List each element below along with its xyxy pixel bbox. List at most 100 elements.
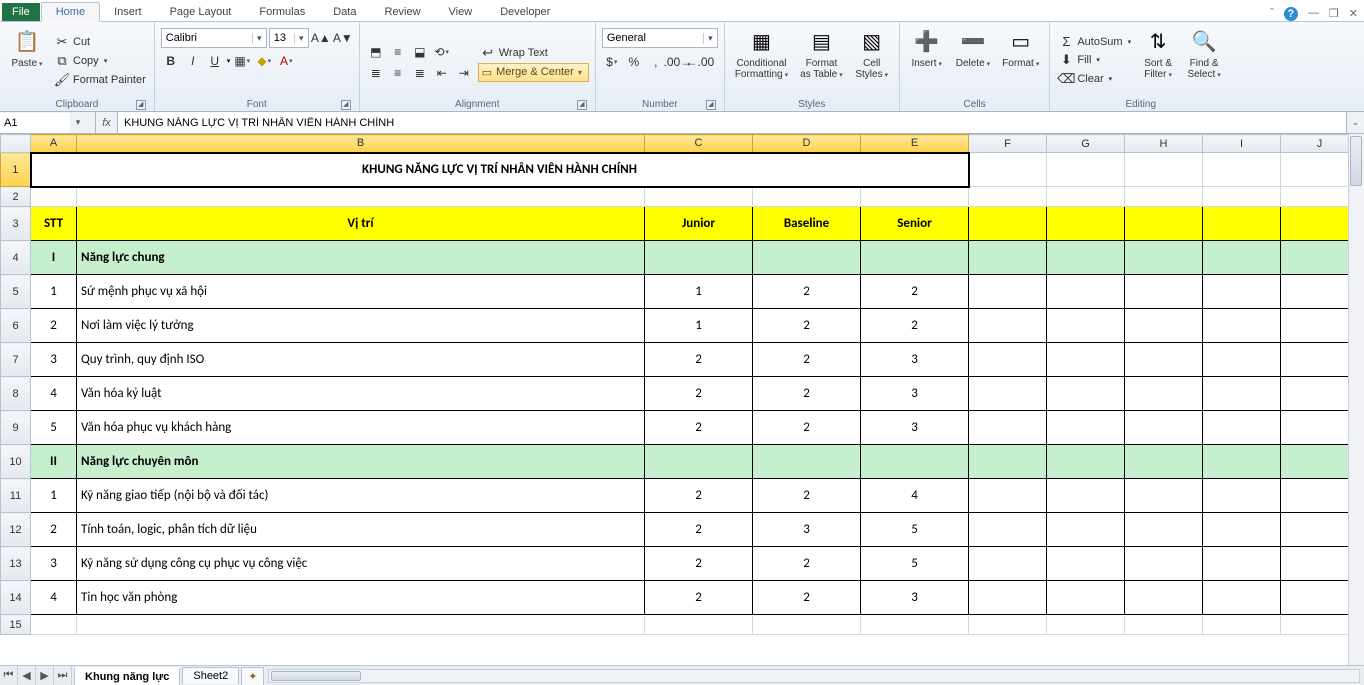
data-value[interactable]: 5 <box>861 513 969 547</box>
empty-cell[interactable] <box>1203 547 1281 581</box>
col-header-J[interactable]: J <box>1281 135 1359 153</box>
data-value[interactable]: 1 <box>645 275 753 309</box>
empty-cell[interactable] <box>1047 153 1125 187</box>
empty-cell[interactable] <box>1125 343 1203 377</box>
wrap-text-button[interactable]: ↩Wrap Text <box>478 44 589 62</box>
new-sheet-button[interactable]: ✦ <box>241 667 264 685</box>
font-dialog-launcher[interactable]: ◢ <box>341 100 351 110</box>
stt-header[interactable]: STT <box>31 207 77 241</box>
empty-cell[interactable] <box>969 377 1047 411</box>
sheet-nav-prev[interactable]: ◀ <box>18 666 36 685</box>
tab-developer[interactable]: Developer <box>486 3 564 21</box>
empty-cell[interactable] <box>1047 581 1125 615</box>
insert-cells-button[interactable]: ➕Insert <box>906 24 948 97</box>
baseline-header[interactable]: Baseline <box>753 207 861 241</box>
data-value[interactable]: 2 <box>753 275 861 309</box>
row-header[interactable]: 14 <box>1 581 31 615</box>
empty-cell[interactable] <box>969 343 1047 377</box>
section-blank[interactable] <box>645 241 753 275</box>
vitri-header[interactable]: Vị trí <box>77 207 645 241</box>
empty-cell[interactable] <box>1281 411 1359 445</box>
empty-cell[interactable] <box>1281 153 1359 187</box>
empty-cell[interactable] <box>1125 187 1203 207</box>
empty-cell[interactable] <box>1047 479 1125 513</box>
expand-formula-bar-button[interactable]: ⌄ <box>1346 112 1364 133</box>
data-value[interactable]: 2 <box>645 513 753 547</box>
decrease-indent-button[interactable]: ⇤ <box>432 63 452 83</box>
paste-button[interactable]: 📋 Paste <box>6 24 48 97</box>
col-header-B[interactable]: B <box>77 135 645 153</box>
chevron-down-icon[interactable]: ▾ <box>703 33 717 44</box>
formula-input[interactable] <box>118 112 1346 133</box>
empty-cell[interactable] <box>31 187 77 207</box>
empty-cell[interactable] <box>1203 343 1281 377</box>
empty-cell[interactable] <box>1125 207 1203 241</box>
align-middle-button[interactable]: ≡ <box>388 42 408 62</box>
cut-button[interactable]: ✂Cut <box>52 33 148 51</box>
empty-cell[interactable] <box>1047 275 1125 309</box>
data-name-cell[interactable]: Sứ mệnh phục vụ xã hội <box>77 275 645 309</box>
section-blank[interactable] <box>753 241 861 275</box>
tab-file[interactable]: File <box>2 3 40 21</box>
name-box-dropdown[interactable]: ▾ <box>70 117 86 128</box>
data-value[interactable]: 2 <box>645 377 753 411</box>
data-value[interactable]: 2 <box>753 377 861 411</box>
empty-cell[interactable] <box>645 187 753 207</box>
empty-cell[interactable] <box>31 615 77 635</box>
data-name-cell[interactable]: Tính toán, logic, phân tích dữ liệu <box>77 513 645 547</box>
empty-cell[interactable] <box>969 153 1047 187</box>
empty-cell[interactable] <box>1203 153 1281 187</box>
section-num[interactable]: II <box>31 445 77 479</box>
section-num[interactable]: I <box>31 241 77 275</box>
tab-page-layout[interactable]: Page Layout <box>156 3 246 21</box>
empty-cell[interactable] <box>1281 445 1359 479</box>
empty-cell[interactable] <box>1281 241 1359 275</box>
empty-cell[interactable] <box>1047 241 1125 275</box>
conditional-formatting-button[interactable]: ▦Conditional Formatting <box>731 24 792 97</box>
data-stt[interactable]: 4 <box>31 377 77 411</box>
empty-cell[interactable] <box>1047 309 1125 343</box>
tab-insert[interactable]: Insert <box>100 3 156 21</box>
data-value[interactable]: 2 <box>753 479 861 513</box>
select-all-corner[interactable] <box>1 135 31 153</box>
row-header[interactable]: 15 <box>1 615 31 635</box>
ribbon-minimize-icon[interactable]: ˇ <box>1270 7 1274 21</box>
help-icon[interactable]: ? <box>1284 7 1298 21</box>
empty-cell[interactable] <box>1125 479 1203 513</box>
col-header-G[interactable]: G <box>1047 135 1125 153</box>
data-value[interactable]: 5 <box>861 547 969 581</box>
insert-function-button[interactable]: fx <box>96 112 118 133</box>
section-blank[interactable] <box>753 445 861 479</box>
empty-cell[interactable] <box>1203 615 1281 635</box>
row-header[interactable]: 10 <box>1 445 31 479</box>
cell-styles-button[interactable]: ▧Cell Styles <box>851 24 893 97</box>
vertical-scrollbar[interactable] <box>1348 134 1364 665</box>
font-name-input[interactable] <box>162 29 252 47</box>
delete-cells-button[interactable]: ➖Delete <box>952 24 994 97</box>
number-format-input[interactable] <box>603 29 703 47</box>
data-stt[interactable]: 1 <box>31 275 77 309</box>
empty-cell[interactable] <box>1125 153 1203 187</box>
empty-cell[interactable] <box>753 187 861 207</box>
empty-cell[interactable] <box>1047 445 1125 479</box>
row-header[interactable]: 4 <box>1 241 31 275</box>
empty-cell[interactable] <box>1281 547 1359 581</box>
chevron-down-icon[interactable]: ▾ <box>252 33 266 44</box>
section-blank[interactable] <box>861 445 969 479</box>
data-value[interactable]: 3 <box>753 513 861 547</box>
format-painter-button[interactable]: 🖌Format Painter <box>52 71 148 89</box>
empty-cell[interactable] <box>1125 547 1203 581</box>
empty-cell[interactable] <box>861 615 969 635</box>
alignment-dialog-launcher[interactable]: ◢ <box>577 100 587 110</box>
data-value[interactable]: 2 <box>645 581 753 615</box>
data-name-cell[interactable]: Văn hóa kỷ luật <box>77 377 645 411</box>
tab-review[interactable]: Review <box>370 3 434 21</box>
empty-cell[interactable] <box>1281 275 1359 309</box>
align-center-button[interactable]: ≡ <box>388 63 408 83</box>
empty-cell[interactable] <box>645 615 753 635</box>
orientation-button[interactable]: ⟲ <box>432 42 452 62</box>
data-value[interactable]: 3 <box>861 377 969 411</box>
row-header[interactable]: 11 <box>1 479 31 513</box>
row-header[interactable]: 8 <box>1 377 31 411</box>
name-box-input[interactable] <box>0 113 70 133</box>
